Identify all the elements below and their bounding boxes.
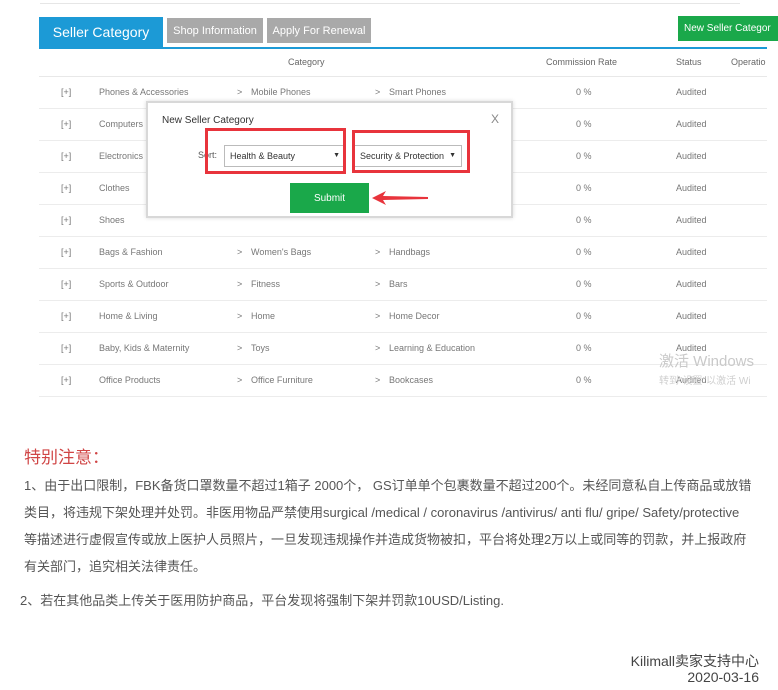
- chevron-right-icon: >: [375, 247, 381, 257]
- category-level2: Home: [251, 311, 276, 321]
- category-level1: Phones & Accessories: [99, 87, 189, 97]
- chevron-right-icon: >: [375, 311, 381, 321]
- category-level1: Computers: [99, 119, 144, 129]
- status-label: Audited: [676, 215, 707, 225]
- category-level3: Smart Phones: [389, 87, 447, 97]
- chevron-right-icon: >: [237, 311, 243, 321]
- expand-toggle[interactable]: [+]: [61, 151, 71, 161]
- category-level3: Learning & Education: [389, 343, 476, 353]
- status-label: Audited: [676, 183, 707, 193]
- commission-rate: 0 %: [576, 375, 592, 385]
- expand-toggle[interactable]: [+]: [61, 87, 71, 97]
- status-label: Audited: [676, 279, 707, 289]
- commission-rate: 0 %: [576, 183, 592, 193]
- category-level1: Electronics: [99, 151, 144, 161]
- category-level1: Clothes: [99, 183, 130, 193]
- notice-paragraph-2: 2、若在其他品类上传关于医用防护商品，平台发现将强制下架并罚款10USD/Lis…: [20, 593, 504, 608]
- status-label: Audited: [676, 119, 707, 129]
- expand-toggle[interactable]: [+]: [61, 215, 71, 225]
- category-level3: Handbags: [389, 247, 431, 257]
- category-level2: Fitness: [251, 279, 281, 289]
- chevron-right-icon: >: [237, 375, 243, 385]
- commission-rate: 0 %: [576, 151, 592, 161]
- commission-rate: 0 %: [576, 311, 592, 321]
- category-level1: Office Products: [99, 375, 161, 385]
- new-seller-category-dialog: New Seller Category X Sort: Health & Bea…: [146, 101, 513, 218]
- chevron-right-icon: >: [237, 87, 243, 97]
- highlight-box-select1: [205, 128, 346, 174]
- notice-title: 特别注意：: [24, 448, 109, 467]
- category-level1: Baby, Kids & Maternity: [99, 343, 190, 353]
- table-row: [+] Office Products > Office Furniture > Book…: [39, 365, 767, 397]
- table-header: Category Commission Rate Status Operatio: [39, 50, 767, 77]
- expand-toggle[interactable]: [+]: [61, 183, 71, 193]
- windows-activation-watermark: 激活 Windows: [659, 353, 755, 370]
- header-operation: Operatio: [731, 57, 766, 67]
- table-row: [+] Sports & Outdoor > Fitness > Bars 0 % Audit…: [39, 269, 767, 301]
- table-row: [+]Automotive>Automotive>Car0 %Audited: [39, 397, 767, 405]
- category-level2: Office Furniture: [251, 375, 313, 385]
- expand-toggle[interactable]: [+]: [61, 343, 71, 353]
- category-level3: Bookcases: [389, 375, 434, 385]
- category-level3: Home Decor: [389, 311, 440, 321]
- category-level2: Toys: [251, 343, 270, 353]
- chevron-right-icon: >: [375, 279, 381, 289]
- status-label: Audited: [676, 247, 707, 257]
- commission-rate: 0 %: [576, 279, 592, 289]
- expand-toggle[interactable]: [+]: [61, 119, 71, 129]
- expand-toggle[interactable]: [+]: [61, 247, 71, 257]
- category-level1: Shoes: [99, 215, 125, 225]
- commission-rate: 0 %: [576, 343, 592, 353]
- chevron-right-icon: >: [375, 343, 381, 353]
- commission-rate: 0 %: [576, 87, 592, 97]
- category-level1: Sports & Outdoor: [99, 279, 169, 289]
- chevron-right-icon: >: [375, 375, 381, 385]
- table-row: [+] Home & Living > Home > Home Decor 0 % Audit…: [39, 301, 767, 333]
- highlight-box-select2: [352, 130, 470, 173]
- signature-org: Kilimall卖家支持中心: [630, 653, 759, 669]
- expand-toggle[interactable]: [+]: [61, 375, 71, 385]
- category-level2: Women's Bags: [251, 247, 312, 257]
- table-row: [+] Baby, Kids & Maternity > Toys > Learning …: [39, 333, 767, 365]
- close-icon[interactable]: X: [491, 112, 499, 126]
- dialog-title: New Seller Category: [162, 115, 254, 126]
- category-level1: Home & Living: [99, 311, 158, 321]
- commission-rate: 0 %: [576, 215, 592, 225]
- commission-rate: 0 %: [576, 247, 592, 257]
- status-label: Audited: [676, 311, 707, 321]
- notice-paragraph-1: 1、由于出口限制，FBK备货口罩数量不超过1箱子 2000个， GS订单单个包裹…: [24, 478, 752, 574]
- header-category: Category: [288, 57, 325, 67]
- status-label: Audited: [676, 87, 707, 97]
- expand-toggle[interactable]: [+]: [61, 311, 71, 321]
- header-commission-rate: Commission Rate: [546, 57, 618, 67]
- header-status: Status: [676, 57, 702, 67]
- status-label: Audited: [676, 151, 707, 161]
- chevron-right-icon: >: [237, 343, 243, 353]
- commission-rate: 0 %: [576, 119, 592, 129]
- category-level1: Bags & Fashion: [99, 247, 163, 257]
- chevron-right-icon: >: [375, 87, 381, 97]
- signature-date: 2020-03-16: [687, 669, 759, 685]
- windows-activation-hint: 转到"设置"以激活 Wi: [659, 376, 751, 387]
- table-row: [+] Bags & Fashion > Women's Bags > Handbags 0…: [39, 237, 767, 269]
- expand-toggle[interactable]: [+]: [61, 279, 71, 289]
- category-level2: Mobile Phones: [251, 87, 311, 97]
- red-arrow-annotation-icon: [372, 191, 428, 205]
- submit-button[interactable]: Submit: [290, 183, 369, 213]
- chevron-right-icon: >: [237, 279, 243, 289]
- category-level3: Bars: [389, 279, 408, 289]
- chevron-right-icon: >: [237, 247, 243, 257]
